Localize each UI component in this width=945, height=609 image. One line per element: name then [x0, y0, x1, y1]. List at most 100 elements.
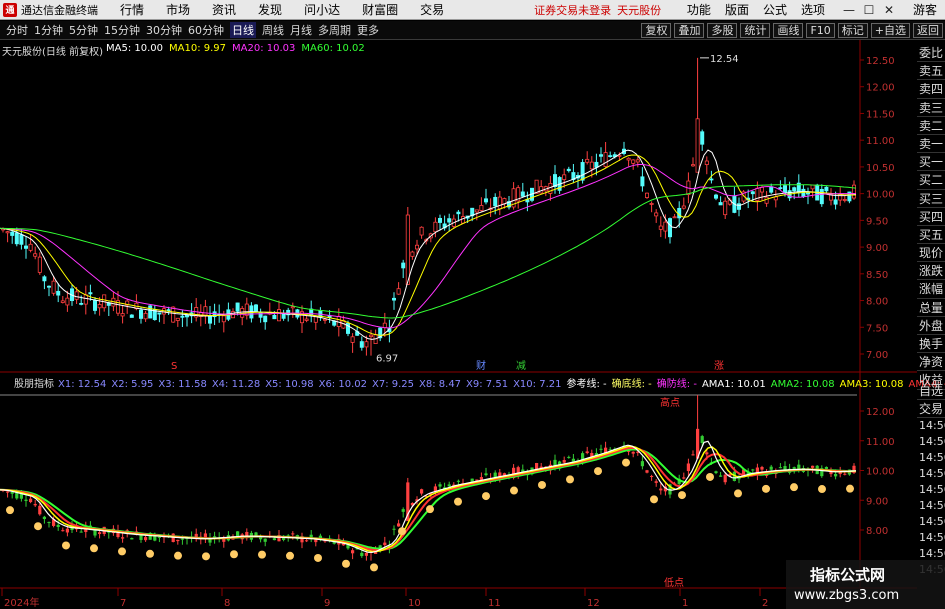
candle-body-130	[599, 154, 604, 157]
ma-label-2: MA20: 10.03	[232, 43, 296, 54]
side-item-4[interactable]: 卖二	[917, 117, 945, 135]
tool-button-5[interactable]: F10	[806, 23, 835, 38]
trade-login-warning[interactable]: 证券交易未登录	[534, 2, 611, 18]
side-item-6[interactable]: 买一	[917, 153, 945, 172]
side-item-10[interactable]: 买五	[917, 226, 945, 245]
indicator-name[interactable]: 股朋指标	[14, 375, 54, 390]
candle-body-66	[304, 318, 309, 321]
candle-body-60	[276, 309, 281, 322]
period-tab-8[interactable]: 月线	[290, 22, 312, 38]
close-icon[interactable]: ✕	[883, 3, 895, 17]
xtick-label-2: 8	[224, 598, 230, 609]
hand-marker-icon	[258, 550, 266, 559]
right-menu-item-0[interactable]: 功能	[687, 1, 711, 18]
main-ytick-label-0: 12.50	[866, 56, 895, 67]
menu-item-1[interactable]: 市场	[166, 1, 190, 18]
side-item-9[interactable]: 买四	[917, 208, 945, 226]
minimize-icon[interactable]: —	[843, 3, 855, 17]
side-item-0[interactable]: 委比	[917, 44, 945, 63]
menu-item-0[interactable]: 行情	[120, 1, 144, 18]
tool-button-0[interactable]: 复权	[641, 23, 672, 38]
side-item-3[interactable]: 卖三	[917, 99, 945, 117]
right-menu-item-2[interactable]: 公式	[763, 1, 787, 18]
kline-chart[interactable]: 12.50 12.00 11.50 11.00 10.50 10.00 9.50 9.00 8.…	[0, 40, 917, 609]
indicator-param-12: 确防线: -	[656, 379, 697, 390]
main-ytick-label-11: 7.00	[866, 350, 888, 361]
side-item-8[interactable]: 买三	[917, 190, 945, 208]
side-item-17[interactable]: 净资	[917, 353, 945, 372]
menu-item-4[interactable]: 问小达	[304, 1, 340, 18]
ind-body-86	[397, 523, 401, 527]
candle-body-76	[350, 336, 355, 343]
candle-body-150	[691, 164, 696, 167]
side-lower-item-0[interactable]: 自选	[917, 382, 945, 401]
main-menu: 行情 市场 资讯 发现 问小达 财富圈 交易	[98, 1, 444, 18]
period-tab-4[interactable]: 30分钟	[146, 22, 182, 38]
period-tab-0[interactable]: 分时	[6, 22, 28, 38]
candle-body-90	[414, 244, 419, 250]
menu-item-2[interactable]: 资讯	[212, 1, 236, 18]
menu-item-6[interactable]: 交易	[420, 1, 444, 18]
side-item-15[interactable]: 外盘	[917, 317, 945, 335]
ma-label-3: MA60: 10.02	[301, 43, 365, 54]
candle-body-137	[631, 159, 636, 164]
period-tab-7[interactable]: 周线	[262, 22, 284, 38]
candle-body-107	[493, 196, 498, 207]
tool-button-1[interactable]: 叠加	[674, 23, 705, 38]
candle-body-63	[290, 306, 295, 309]
main-chart-header: 天元股份(日线 前复权)	[2, 47, 103, 58]
tool-button-4[interactable]: 画线	[773, 23, 804, 38]
candle-body-97	[447, 218, 452, 223]
indicator-param-5: X6: 10.02	[318, 379, 367, 390]
period-tabs: 分时 1分钟 5分钟 15分钟 30分钟 60分钟 日线 周线 月线 多周期 更多	[0, 22, 379, 38]
period-tab-2[interactable]: 5分钟	[69, 22, 98, 38]
candle-body-59	[272, 314, 277, 320]
ind-body-34	[157, 536, 161, 538]
side-item-13[interactable]: 涨幅	[917, 280, 945, 299]
hand-marker-icon	[118, 547, 126, 556]
period-tab-6[interactable]: 日线	[230, 22, 256, 38]
ind-body-39	[180, 538, 184, 540]
indicator-param-3: X4: 11.28	[211, 379, 261, 390]
candle-body-28	[129, 314, 134, 318]
side-item-1[interactable]: 卖五	[917, 62, 945, 81]
tool-button-2[interactable]: 多股	[707, 23, 738, 38]
maximize-icon[interactable]: ☐	[863, 3, 875, 17]
hand-marker-icon	[650, 495, 658, 504]
xtick-label-6: 12	[587, 598, 600, 609]
side-item-11[interactable]: 现价	[917, 244, 945, 263]
candle-body-157	[723, 200, 728, 216]
tool-button-6[interactable]: 标记	[837, 23, 868, 38]
period-tab-9[interactable]: 多周期	[318, 22, 351, 38]
side-lower-item-1[interactable]: 交易	[917, 400, 945, 419]
side-item-5[interactable]: 卖一	[917, 135, 945, 154]
ind-body-181	[834, 473, 838, 477]
tool-button-8[interactable]: 返回	[913, 23, 943, 38]
side-item-7[interactable]: 买二	[917, 171, 945, 190]
candle-body-153	[704, 160, 709, 165]
indicator-param-9: X10: 7.21	[513, 379, 562, 390]
ind-body-140	[645, 470, 649, 473]
side-item-16[interactable]: 换手	[917, 335, 945, 354]
right-menu-item-3[interactable]: 选项	[801, 1, 825, 18]
side-item-2[interactable]: 卖四	[917, 80, 945, 99]
side-item-14[interactable]: 总量	[917, 299, 945, 317]
hand-marker-icon	[370, 563, 378, 572]
candle-body-103	[474, 209, 479, 213]
menu-item-5[interactable]: 财富圈	[362, 1, 398, 18]
right-menu-item-1[interactable]: 版面	[725, 1, 749, 18]
tool-button-7[interactable]: +自选	[870, 23, 910, 38]
event-marker-3: 涨	[714, 360, 724, 372]
period-tab-10[interactable]: 更多	[357, 22, 379, 38]
menu-item-3[interactable]: 发现	[258, 1, 282, 18]
period-tab-5[interactable]: 60分钟	[188, 22, 224, 38]
side-item-12[interactable]: 涨跌	[917, 262, 945, 281]
tool-button-3[interactable]: 统计	[740, 23, 771, 38]
hand-marker-icon	[566, 475, 574, 484]
period-tab-1[interactable]: 1分钟	[34, 22, 63, 38]
guest-label[interactable]: 游客	[913, 1, 937, 18]
candle-body-38	[175, 317, 180, 321]
side-time-7: 14:56	[919, 531, 945, 545]
period-tab-3[interactable]: 15分钟	[104, 22, 140, 38]
ind-body-176	[811, 465, 815, 468]
